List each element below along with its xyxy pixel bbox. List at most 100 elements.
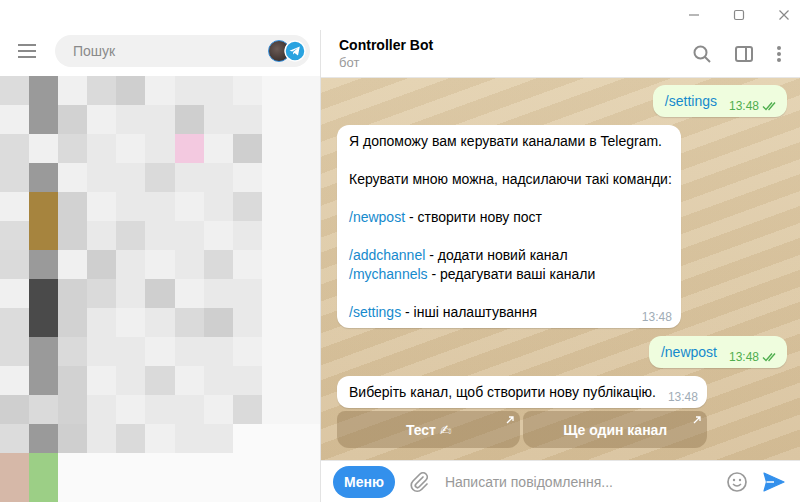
maximize-button[interactable] bbox=[727, 3, 751, 27]
mosaic-tile bbox=[87, 366, 116, 395]
mosaic-tile bbox=[0, 279, 29, 308]
mosaic-tile bbox=[145, 192, 174, 221]
chat-info[interactable]: Controller Botбот bbox=[339, 36, 433, 71]
mosaic-tile bbox=[145, 337, 174, 366]
mosaic-tile bbox=[58, 482, 87, 502]
mosaic-tile bbox=[145, 424, 174, 453]
attach-icon[interactable] bbox=[409, 471, 429, 493]
mosaic-tile bbox=[204, 366, 233, 395]
chat-title: Controller Bot bbox=[339, 36, 433, 54]
mosaic-tile bbox=[233, 366, 262, 395]
mosaic-tile bbox=[233, 221, 262, 250]
mosaic-tile bbox=[175, 482, 204, 502]
mosaic-tile bbox=[58, 76, 87, 105]
mosaic-tile bbox=[145, 366, 174, 395]
mosaic-tile bbox=[291, 134, 320, 163]
message-meta: 13:48 bbox=[729, 350, 778, 364]
mosaic-tile bbox=[0, 221, 29, 250]
command-link[interactable]: /addchannel bbox=[349, 247, 425, 263]
message-text: Виберіть канал, щоб створити нову публік… bbox=[349, 384, 656, 400]
inline-button[interactable]: Тест ✍ bbox=[337, 411, 520, 448]
mosaic-tile bbox=[58, 134, 87, 163]
mosaic-tile bbox=[175, 250, 204, 279]
mosaic-tile bbox=[58, 221, 87, 250]
mosaic-tile bbox=[204, 221, 233, 250]
mosaic-tile bbox=[116, 134, 145, 163]
command-link[interactable]: /settings bbox=[665, 93, 717, 109]
message-text: Я допоможу вам керувати каналами в Teleg… bbox=[349, 133, 662, 149]
mosaic-tile bbox=[29, 337, 58, 366]
mosaic-tile bbox=[233, 482, 262, 502]
message-meta: 13:48 bbox=[642, 310, 672, 324]
message-line: /settings - інші налаштування13:48 bbox=[349, 303, 672, 322]
more-icon[interactable] bbox=[776, 44, 782, 64]
mosaic-tile bbox=[58, 105, 87, 134]
mosaic-tile bbox=[0, 192, 29, 221]
mosaic-tile bbox=[58, 424, 87, 453]
mosaic-tile bbox=[204, 192, 233, 221]
command-link[interactable]: /settings bbox=[349, 304, 401, 320]
minimize-button[interactable] bbox=[682, 3, 706, 27]
mosaic-tile bbox=[29, 279, 58, 308]
menu-button[interactable]: Меню bbox=[333, 466, 395, 498]
command-link[interactable]: /newpost bbox=[661, 344, 717, 360]
minimize-icon bbox=[688, 9, 700, 21]
mosaic-tile bbox=[204, 395, 233, 424]
mosaic-tile bbox=[116, 250, 145, 279]
search-icon[interactable] bbox=[692, 44, 712, 64]
message-input[interactable] bbox=[443, 473, 712, 491]
message-group: Я допоможу вам керувати каналами в Teleg… bbox=[337, 125, 681, 328]
sidebar-toggle-icon[interactable] bbox=[734, 44, 754, 64]
emoji-icon[interactable] bbox=[726, 471, 748, 493]
mosaic-tile bbox=[291, 482, 320, 502]
mosaic-tile bbox=[175, 279, 204, 308]
mosaic-tile bbox=[204, 337, 233, 366]
mosaic-tile bbox=[29, 221, 58, 250]
mosaic-tile bbox=[291, 337, 320, 366]
search-field[interactable] bbox=[55, 35, 310, 67]
mosaic-tile bbox=[29, 163, 58, 192]
mosaic-tile bbox=[233, 250, 262, 279]
message-time: 13:48 bbox=[729, 99, 759, 113]
mosaic-tile bbox=[29, 366, 58, 395]
mosaic-tile bbox=[58, 453, 87, 482]
mosaic-tile bbox=[175, 76, 204, 105]
mosaic-tile bbox=[262, 250, 291, 279]
mosaic-tile bbox=[145, 163, 174, 192]
mosaic-tile bbox=[262, 279, 291, 308]
mosaic-tile bbox=[233, 453, 262, 482]
message-group: /settings 13:48 bbox=[653, 85, 787, 117]
mosaic-tile bbox=[116, 221, 145, 250]
message-paragraph: /settings 13:48 bbox=[665, 92, 778, 111]
message-time: 13:48 bbox=[642, 310, 672, 324]
mosaic-tile bbox=[58, 163, 87, 192]
message-paragraph: Виберіть канал, щоб створити нову публік… bbox=[349, 383, 698, 402]
search-input[interactable] bbox=[71, 42, 268, 60]
message-paragraph: /newpost - створити нову пост bbox=[349, 208, 672, 227]
message-time: 13:48 bbox=[668, 390, 698, 404]
close-button[interactable] bbox=[772, 3, 796, 27]
mosaic-tile bbox=[0, 366, 29, 395]
mosaic-tile bbox=[29, 395, 58, 424]
story-avatars[interactable] bbox=[268, 40, 306, 62]
mosaic-tile bbox=[0, 308, 29, 337]
command-link[interactable]: /newpost bbox=[349, 209, 405, 225]
command-link[interactable]: /mychannels bbox=[349, 266, 428, 282]
inline-button[interactable]: Ще один канал bbox=[523, 411, 706, 448]
menu-icon[interactable] bbox=[18, 44, 36, 58]
mosaic-tile bbox=[291, 192, 320, 221]
mosaic-tile bbox=[291, 105, 320, 134]
message-line: /settings 13:48 bbox=[665, 92, 778, 111]
chat-panel: Controller Botбот/settings 13:48 Я допомож… bbox=[321, 30, 800, 502]
mosaic-tile bbox=[87, 163, 116, 192]
mosaic-tile bbox=[233, 337, 262, 366]
mosaic-tile bbox=[233, 76, 262, 105]
mosaic-tile bbox=[0, 163, 29, 192]
mosaic-tile bbox=[0, 134, 29, 163]
mosaic-tile bbox=[233, 134, 262, 163]
read-check-icon bbox=[762, 101, 778, 111]
message-meta: 13:48 bbox=[729, 99, 778, 113]
mosaic-tile bbox=[145, 308, 174, 337]
mosaic-tile bbox=[145, 221, 174, 250]
send-icon[interactable] bbox=[762, 471, 786, 493]
